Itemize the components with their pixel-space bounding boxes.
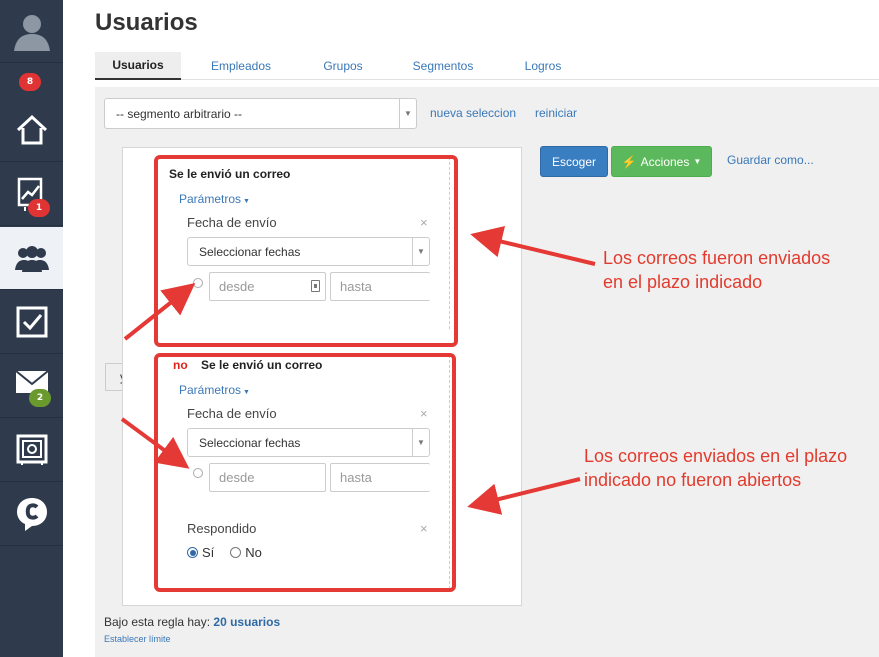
arrow-icon — [123, 283, 196, 341]
arrow-icon — [467, 477, 581, 515]
annotation-arrows — [120, 226, 596, 515]
arrow-icon — [120, 417, 190, 469]
arrow-icon — [470, 226, 596, 266]
annotation-note-1: Los correos fueron enviados en el plazo … — [603, 248, 831, 292]
annotation-note-2: Los correos enviados en el plazo indicad… — [584, 446, 848, 490]
